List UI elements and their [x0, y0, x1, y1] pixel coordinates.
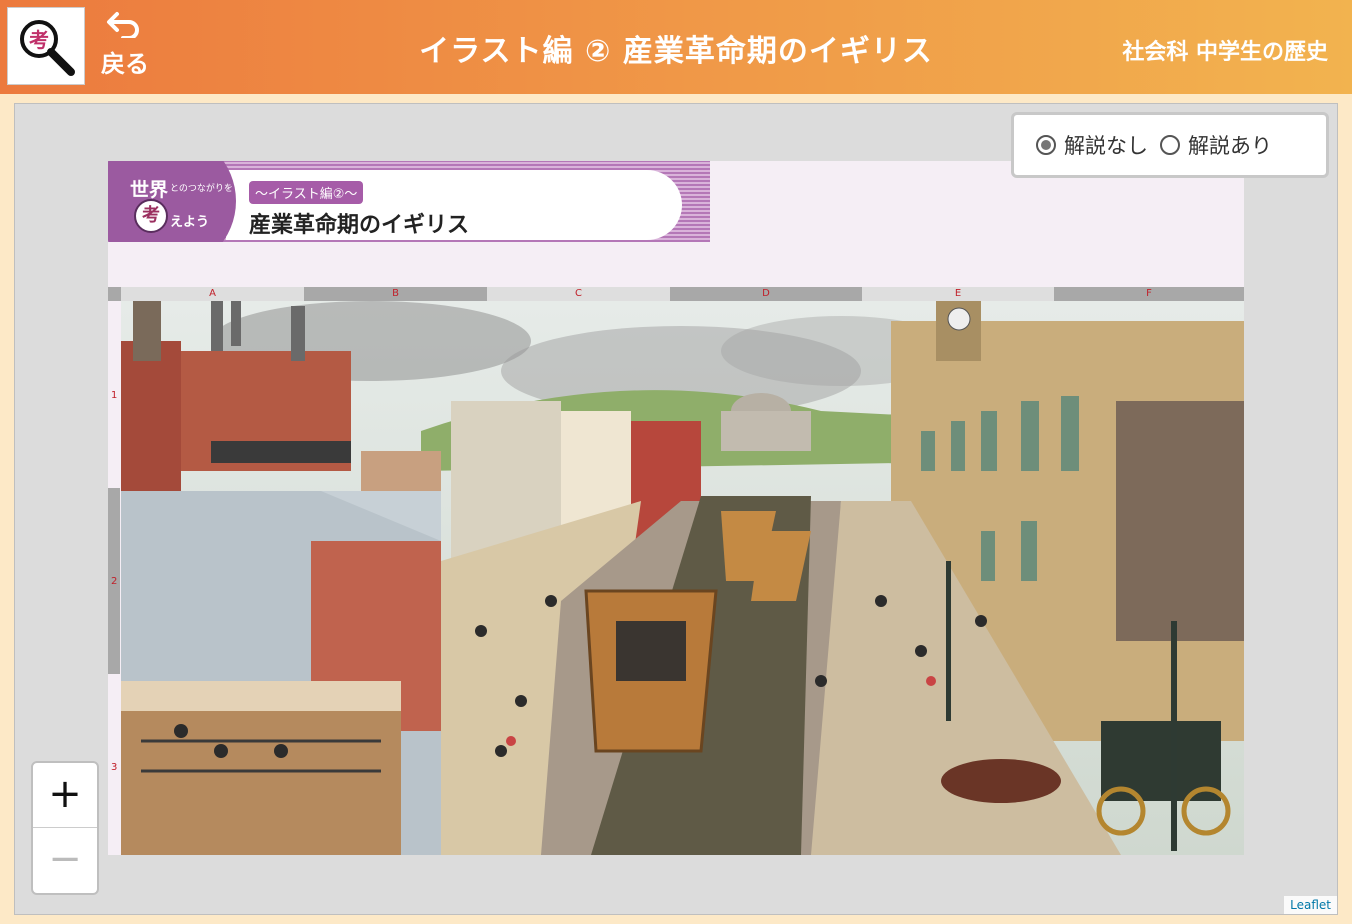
sheet-banner: 世界 とのつながりを 考 えよう 〜イラスト編②〜 産業革命期のイギリス	[108, 161, 710, 242]
radio-no-commentary[interactable]	[1036, 135, 1056, 155]
zoom-in-button[interactable]: +	[33, 763, 97, 828]
badge-kangae: 考	[134, 199, 168, 233]
illustration-sheet: 世界 とのつながりを 考 えよう 〜イラスト編②〜 産業革命期のイギリス A B…	[108, 161, 1244, 855]
option-with-commentary-label: 解説あり	[1188, 134, 1272, 158]
app-header: 考 戻る イラスト編 ② 産業革命期のイギリス 社会科 中学生の歴史	[0, 0, 1352, 94]
commentary-toggle[interactable]: 解説なし 解説あり	[1011, 112, 1329, 178]
column-label-f: F	[1054, 287, 1244, 301]
radio-with-commentary[interactable]	[1160, 135, 1180, 155]
column-label-d: D	[670, 287, 862, 301]
row-label-1: 1	[111, 390, 118, 401]
badge-kangae-rest: えよう	[170, 215, 210, 230]
row-label-3: 3	[111, 762, 118, 773]
column-index-bar: A B C D E F	[108, 287, 1244, 301]
badge-sekai: 世界	[130, 179, 169, 201]
industrial-revolution-illustration[interactable]	[121, 301, 1244, 855]
option-with-commentary[interactable]: 解説あり	[1160, 130, 1272, 160]
map-viewer[interactable]: 世界 とのつながりを 考 えよう 〜イラスト編②〜 産業革命期のイギリス A B…	[14, 103, 1338, 915]
badge-tsunagari: とのつながりを	[170, 184, 233, 194]
map-attribution-link[interactable]: Leaflet	[1284, 896, 1337, 914]
column-label-b: B	[304, 287, 487, 301]
row-label-2: 2	[111, 576, 118, 587]
option-no-commentary[interactable]: 解説なし	[1036, 130, 1148, 160]
column-label-a: A	[121, 287, 304, 301]
banner-title: 産業革命期のイギリス	[249, 213, 470, 238]
subject-label: 社会科 中学生の歴史	[1122, 40, 1328, 65]
column-label-c: C	[487, 287, 670, 301]
banner-chip: 〜イラスト編②〜	[249, 181, 364, 204]
zoom-out-button[interactable]: −	[33, 828, 97, 892]
zoom-control: + −	[31, 761, 99, 895]
column-label-e: E	[862, 287, 1054, 301]
option-no-commentary-label: 解説なし	[1064, 134, 1148, 158]
column-spacer	[108, 287, 121, 301]
